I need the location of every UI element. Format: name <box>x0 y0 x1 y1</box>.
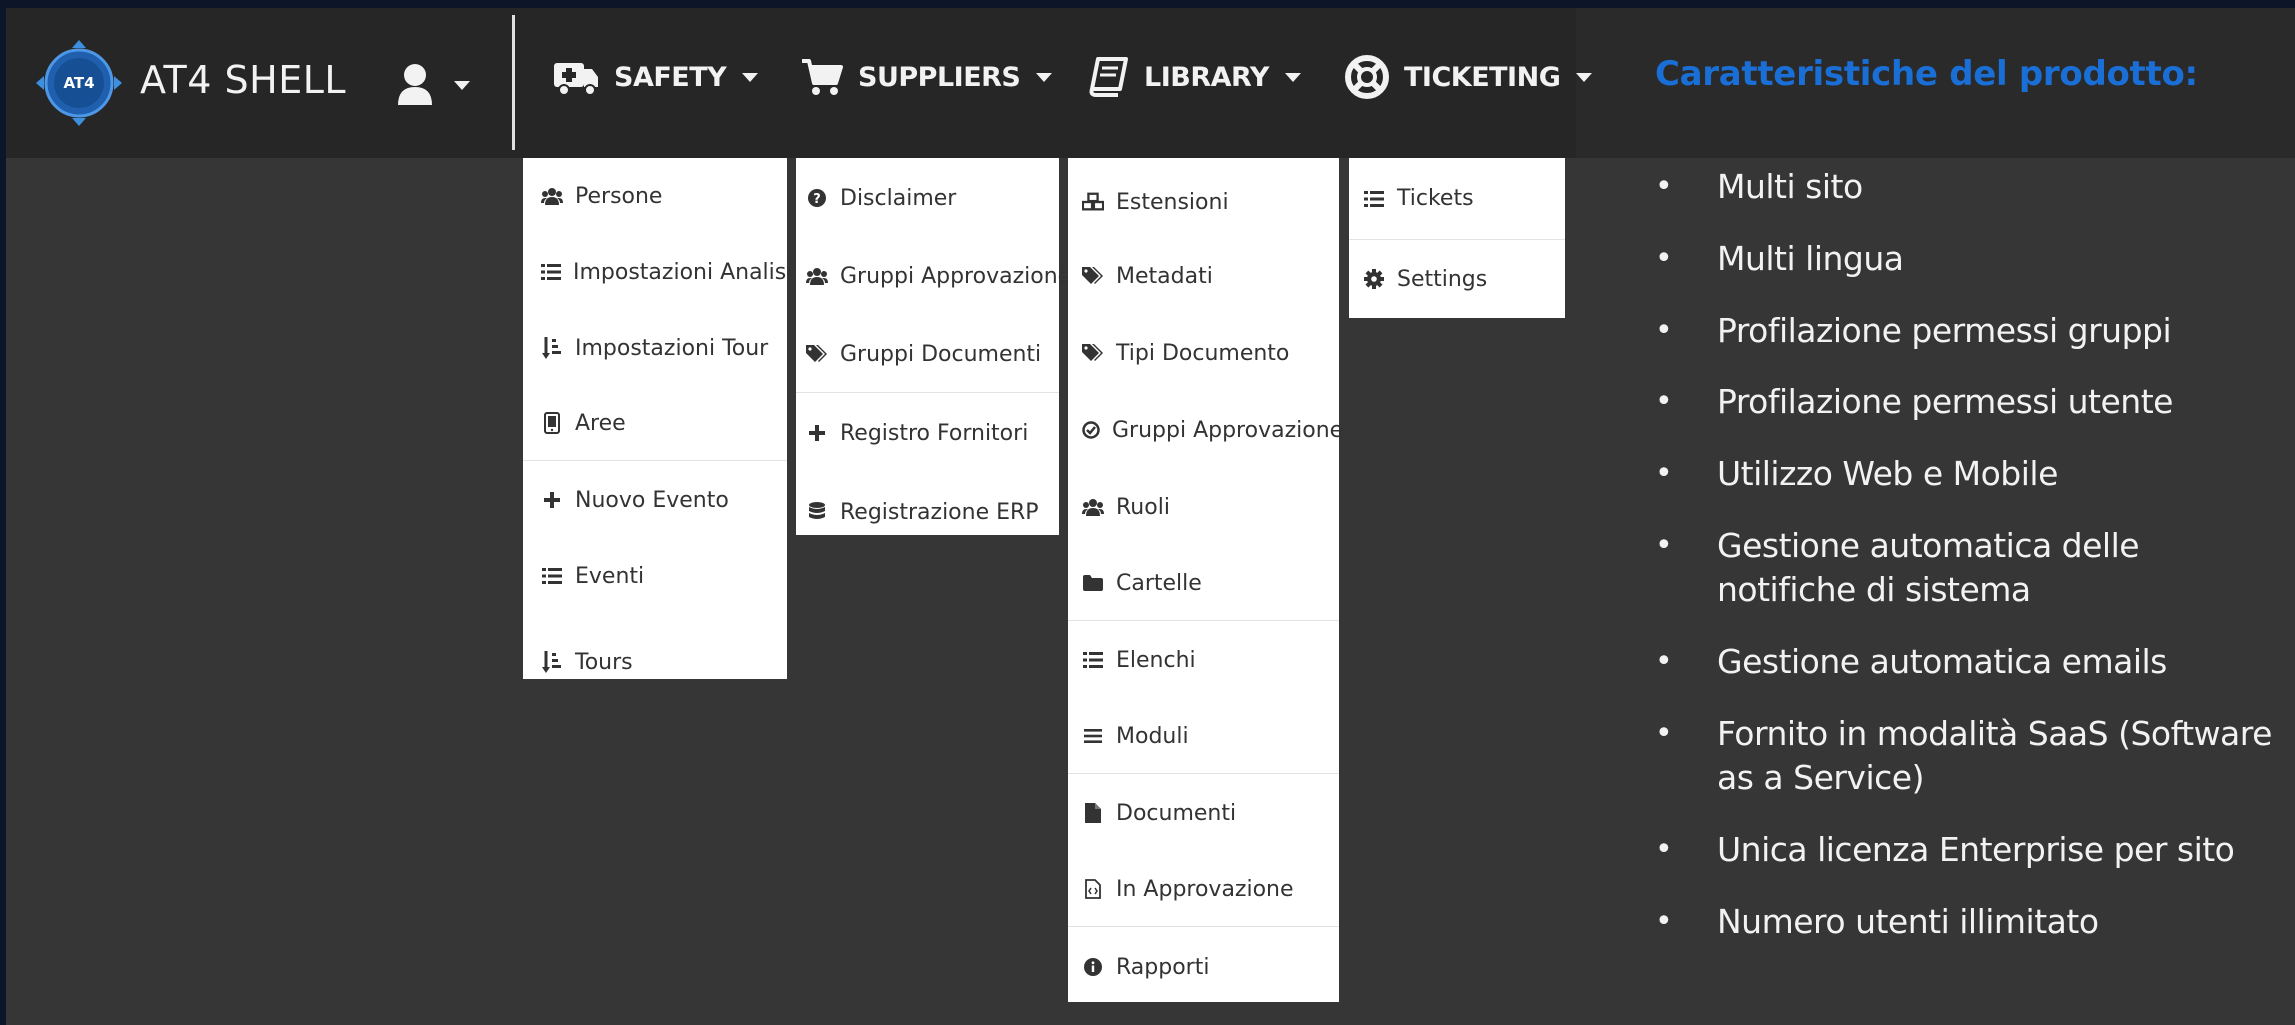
menu-item-aree[interactable]: Aree <box>541 386 787 460</box>
features-title: Caratteristiche del prodotto: <box>1655 54 2198 94</box>
list-item: Profilazione permessi utente <box>1655 380 2285 424</box>
menu-item-rapporti[interactable]: Rapporti <box>1082 927 1339 1003</box>
window-frame-top <box>0 0 2295 8</box>
menu-item-nuovo-evento[interactable]: Nuovo Evento <box>541 461 787 539</box>
menu-item-disclaimer[interactable]: ? Disclaimer <box>806 158 1059 236</box>
check-circle-icon <box>1082 419 1100 441</box>
menu-item-gruppi-approvazione[interactable]: Gruppi Approvazione <box>1082 392 1343 468</box>
plus-icon <box>806 422 828 444</box>
list-icon <box>541 565 563 587</box>
chevron-down-icon <box>742 72 759 82</box>
menu-item-tickets[interactable]: Tickets <box>1363 158 1565 239</box>
file-code-icon <box>1082 878 1104 900</box>
question-circle-icon: ? <box>806 187 828 209</box>
list-icon <box>1363 188 1385 210</box>
menu-item-registro-fornitori[interactable]: Registro Fornitori <box>806 393 1059 473</box>
cart-icon <box>800 57 844 97</box>
menu-item-registrazione-erp[interactable]: Registrazione ERP <box>806 473 1059 535</box>
nav-suppliers-label: SUPPLIERS <box>858 61 1021 93</box>
nav-library-label: LIBRARY <box>1144 61 1269 93</box>
plus-icon <box>541 489 563 511</box>
menu-item-moduli[interactable]: Moduli <box>1082 699 1339 773</box>
nav-safety-label: SAFETY <box>614 61 727 93</box>
library-dropdown: Estensioni Metadati Tipi Documento Grupp… <box>1068 158 1343 1003</box>
list-icon <box>1082 649 1104 671</box>
users-icon <box>806 265 828 287</box>
sort-amount-icon <box>541 651 563 673</box>
list-item: Multi sito <box>1655 165 2285 209</box>
logo-icon: AT4 <box>36 40 122 126</box>
nav-library[interactable]: LIBRARY <box>1088 50 1301 104</box>
nav-suppliers[interactable]: SUPPLIERS <box>800 50 1053 104</box>
menu-item-tours[interactable]: Tours <box>541 613 787 689</box>
menu-item-impostazioni-analisi[interactable]: Impostazioni Analisi <box>541 234 792 310</box>
svg-text:?: ? <box>813 192 821 207</box>
menu-item-documenti[interactable]: Documenti <box>1082 774 1339 852</box>
menu-item-elenchi[interactable]: Elenchi <box>1082 621 1339 699</box>
list-item: Gestione automatica delle notifiche di s… <box>1655 524 2285 612</box>
menu-item-eventi[interactable]: Eventi <box>541 539 787 613</box>
bars-icon <box>1082 725 1104 747</box>
book-icon <box>1088 57 1130 97</box>
safety-dropdown: Persone Impostazioni Analisi Impostazion… <box>523 158 792 679</box>
menu-item-ruoli[interactable]: Ruoli <box>1082 468 1339 546</box>
folder-icon <box>1082 572 1104 594</box>
menu-item-impostazioni-tour[interactable]: Impostazioni Tour <box>541 310 787 386</box>
nav-ticketing-label: TICKETING <box>1404 61 1561 93</box>
menu-item-settings[interactable]: Settings <box>1363 240 1565 318</box>
top-navbar: AT4 AT4 SHELL <box>6 8 1576 158</box>
suppliers-dropdown: ? Disclaimer Gruppi Approvazione Gruppi … <box>796 158 1071 535</box>
chevron-down-icon <box>1576 72 1593 82</box>
list-icon <box>541 261 561 283</box>
users-icon <box>541 185 563 207</box>
menu-item-gruppi-approvazione[interactable]: Gruppi Approvazione <box>806 236 1071 316</box>
menu-item-estensioni[interactable]: Estensioni <box>1082 158 1339 238</box>
ambulance-icon <box>552 57 600 97</box>
chevron-down-icon <box>1036 72 1053 82</box>
svg-text:AT4: AT4 <box>63 74 94 92</box>
brand-logo[interactable]: AT4 <box>34 38 124 128</box>
menu-item-metadati[interactable]: Metadati <box>1082 238 1339 314</box>
gear-icon <box>1363 268 1385 290</box>
list-item: Unica licenza Enterprise per sito <box>1655 828 2285 872</box>
menu-item-gruppi-documenti[interactable]: Gruppi Documenti <box>806 316 1059 392</box>
cubes-icon <box>1082 191 1104 213</box>
users-icon <box>1082 496 1104 518</box>
list-item: Gestione automatica emails <box>1655 640 2285 684</box>
list-item: Utilizzo Web e Mobile <box>1655 452 2285 496</box>
menu-item-tipi-documento[interactable]: Tipi Documento <box>1082 314 1339 392</box>
info-circle-icon <box>1082 956 1104 978</box>
navbar-divider <box>512 15 515 150</box>
ticketing-dropdown: Tickets Settings <box>1349 158 1565 318</box>
tags-icon <box>1082 265 1104 287</box>
menu-item-cartelle[interactable]: Cartelle <box>1082 546 1339 620</box>
menu-item-in-approvazione[interactable]: In Approvazione <box>1082 852 1339 926</box>
menu-item-persone[interactable]: Persone <box>541 158 787 234</box>
tags-icon <box>1082 342 1104 364</box>
user-menu-button[interactable] <box>396 60 486 110</box>
tablet-icon <box>541 412 563 434</box>
chevron-down-icon <box>1284 72 1301 82</box>
sort-amount-icon <box>541 337 563 359</box>
lifebuoy-icon <box>1344 54 1390 100</box>
list-item: Multi lingua <box>1655 237 2285 281</box>
database-icon <box>806 501 828 523</box>
nav-safety[interactable]: SAFETY <box>552 50 759 104</box>
brand-name[interactable]: AT4 SHELL <box>140 58 346 102</box>
features-list: Multi sito Multi lingua Profilazione per… <box>1655 165 2285 944</box>
tags-icon <box>806 343 828 365</box>
user-icon <box>398 64 432 105</box>
chevron-down-icon <box>454 80 470 90</box>
list-item: Profilazione permessi gruppi <box>1655 309 2285 353</box>
nav-ticketing[interactable]: TICKETING <box>1344 50 1593 104</box>
list-item: Numero utenti illimitato <box>1655 900 2285 944</box>
file-icon <box>1082 802 1104 824</box>
list-item: Fornito in modalità SaaS (Software as a … <box>1655 712 2285 800</box>
